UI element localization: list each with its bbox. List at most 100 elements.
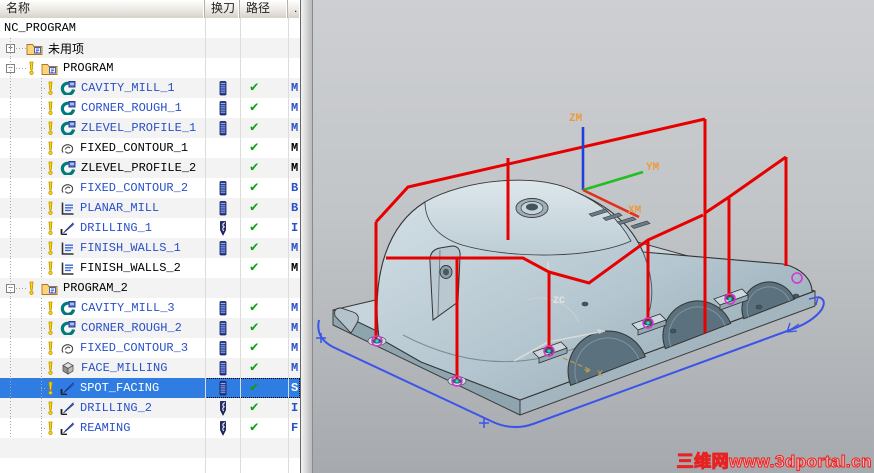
alert-icon xyxy=(46,81,55,95)
path-status-cell xyxy=(240,18,288,38)
tree-row-PROGRAM[interactable]: −PROGRAM xyxy=(0,58,300,78)
tree-row-REAMING[interactable]: REAMING ✔ F xyxy=(0,418,300,438)
alert-icon xyxy=(46,401,55,415)
row-label: ZLEVEL_PROFILE_2 xyxy=(81,161,197,175)
folder-icon xyxy=(41,62,58,75)
drill-tool-icon xyxy=(218,220,228,236)
tool-name-cell xyxy=(288,18,300,38)
column-header-truncated[interactable]: . xyxy=(288,0,300,18)
tree-row-CAVITY_MILL_1[interactable]: CAVITY_MILL_1 ✔ M xyxy=(0,78,300,98)
mcs-z-label: ZM xyxy=(569,113,583,125)
tree-row-FACE_MILLING[interactable]: FACE_MILLING ✔ M xyxy=(0,358,300,378)
endmill-tool-icon xyxy=(218,100,228,116)
toolchange-cell xyxy=(205,298,240,318)
toolchange-cell xyxy=(205,158,240,178)
tree-row-FIXED_CONTOUR_1[interactable]: FIXED_CONTOUR_1 ✔ M xyxy=(0,138,300,158)
path-status-cell: ✔ xyxy=(240,298,288,318)
tool-name-truncated: F xyxy=(291,421,299,435)
graphics-viewport[interactable]: ZC x ZM YM XM 三维网www.3dportal.cn xyxy=(313,0,874,473)
name-cell: PLANAR_MILL xyxy=(0,198,205,218)
toolchange-cell xyxy=(205,318,240,338)
tool-name-cell: M xyxy=(288,118,300,138)
tool-name-cell: M xyxy=(288,358,300,378)
tree-line xyxy=(41,308,47,309)
toolchange-cell xyxy=(205,98,240,118)
toolchange-cell xyxy=(205,38,240,58)
path-status-cell: ✔ xyxy=(240,98,288,118)
path-ok-check-icon: ✔ xyxy=(250,300,259,316)
column-header-toolchange[interactable]: 换刀 xyxy=(205,0,240,18)
empty-row xyxy=(0,458,300,473)
name-cell: FINISH_WALLS_2 xyxy=(0,258,205,278)
endmill-tool-icon xyxy=(218,200,228,216)
row-label: DRILLING_2 xyxy=(80,401,153,415)
column-header-path[interactable]: 路径 xyxy=(240,0,288,18)
toolchange-cell xyxy=(205,78,240,98)
tool-name-truncated: M xyxy=(291,141,299,155)
alert-icon xyxy=(46,221,55,235)
tool-name-cell: M xyxy=(288,98,300,118)
tree-row-FINISH_WALLS_2[interactable]: FINISH_WALLS_2 ✔ M xyxy=(0,258,300,278)
name-cell: CORNER_ROUGH_1 xyxy=(0,98,205,118)
tree-row-NC_PROGRAM[interactable]: NC_PROGRAM xyxy=(0,18,300,38)
tool-name-cell: F xyxy=(288,418,300,438)
name-cell: ZLEVEL_PROFILE_1 xyxy=(0,118,205,138)
tool-name-truncated: B xyxy=(291,181,299,195)
path-status-cell: ✔ xyxy=(240,338,288,358)
tree-row-FIXED_CONTOUR_3[interactable]: FIXED_CONTOUR_3 ✔ M xyxy=(0,338,300,358)
tree-line xyxy=(10,178,11,198)
row-label: NC_PROGRAM xyxy=(4,21,77,35)
tree-line xyxy=(41,88,47,89)
tool-name-cell: M xyxy=(288,238,300,258)
alert-icon xyxy=(46,181,55,195)
tree-row-FINISH_WALLS_1[interactable]: FINISH_WALLS_1 ✔ M xyxy=(0,238,300,258)
tree-row-DRILLING_2[interactable]: DRILLING_2 ✔ I xyxy=(0,398,300,418)
tree-row-FIXED_CONTOUR_2[interactable]: FIXED_CONTOUR_2 ✔ B xyxy=(0,178,300,198)
tree-row-CORNER_ROUGH_2[interactable]: CORNER_ROUGH_2 ✔ M xyxy=(0,318,300,338)
tree-line xyxy=(10,338,11,358)
path-ok-check-icon: ✔ xyxy=(250,340,259,356)
empty-row xyxy=(0,438,300,458)
tool-name-truncated: M xyxy=(291,241,299,255)
operation-tree: NC_PROGRAM+未用项−PROGRAMCAVITY_MILL_1✔MCOR… xyxy=(0,18,300,473)
tree-row-SPOT_FACING[interactable]: SPOT_FACING ✔ S xyxy=(0,378,300,398)
tree-row-PLANAR_MILL[interactable]: PLANAR_MILL ✔ B xyxy=(0,198,300,218)
tree-line xyxy=(16,288,26,289)
name-cell: DRILLING_2 xyxy=(0,398,205,418)
tree-row-ZLEVEL_PROFILE_2[interactable]: ZLEVEL_PROFILE_2 ✔ M xyxy=(0,158,300,178)
path-ok-check-icon: ✔ xyxy=(250,140,259,156)
column-header-name[interactable]: 名称 xyxy=(0,0,205,18)
name-cell: FIXED_CONTOUR_1 xyxy=(0,138,205,158)
tree-row-PROGRAM_2[interactable]: −PROGRAM_2 xyxy=(0,278,300,298)
tool-name-truncated: M xyxy=(291,361,299,375)
alert-icon xyxy=(46,201,55,215)
row-label: FIXED_CONTOUR_2 xyxy=(80,181,189,195)
tree-line xyxy=(41,328,47,329)
tree-line xyxy=(10,98,11,118)
tree-row-未用项[interactable]: +未用项 xyxy=(0,38,300,58)
tree-line xyxy=(10,38,11,58)
temp-axis-x-label: x xyxy=(597,369,603,380)
name-cell: REAMING xyxy=(0,418,205,438)
drillop-icon xyxy=(60,401,75,415)
tree-line xyxy=(41,108,47,109)
tree-line xyxy=(41,248,47,249)
tool-name-cell: M xyxy=(288,338,300,358)
name-cell: FACE_MILLING xyxy=(0,358,205,378)
tree-line xyxy=(10,138,11,158)
alert-icon xyxy=(27,281,36,295)
path-status-cell: ✔ xyxy=(240,178,288,198)
alert-icon xyxy=(46,161,55,175)
tree-row-CORNER_ROUGH_1[interactable]: CORNER_ROUGH_1 ✔ M xyxy=(0,98,300,118)
tool-name-cell xyxy=(288,38,300,58)
tree-row-DRILLING_1[interactable]: DRILLING_1 ✔ I xyxy=(0,218,300,238)
drill-tool-icon xyxy=(218,420,228,436)
filler-boss xyxy=(515,198,549,218)
tool-name-cell: M xyxy=(288,298,300,318)
toolchange-cell xyxy=(205,58,240,78)
panel-splitter[interactable] xyxy=(301,0,313,473)
tree-line xyxy=(41,388,47,389)
tree-row-CAVITY_MILL_3[interactable]: CAVITY_MILL_3 ✔ M xyxy=(0,298,300,318)
tool-name-cell: M xyxy=(288,318,300,338)
tree-row-ZLEVEL_PROFILE_1[interactable]: ZLEVEL_PROFILE_1 ✔ M xyxy=(0,118,300,138)
